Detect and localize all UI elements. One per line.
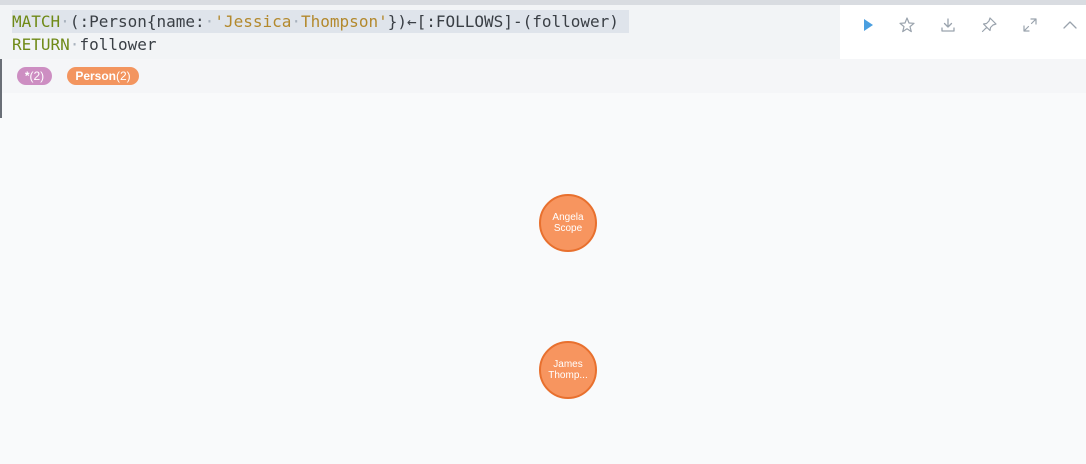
query-token: 'Jessica (214, 12, 292, 31)
node-label-line1: James (553, 359, 583, 370)
legend-all-count: (2) (29, 69, 45, 83)
download-icon (941, 18, 955, 32)
fullscreen-button[interactable] (1020, 15, 1040, 35)
query-line-1[interactable]: MATCH·(:Person{name:·'Jessica·Thompson'}… (12, 10, 629, 33)
legend-person-count: (2) (116, 69, 131, 83)
favorite-button[interactable] (897, 15, 917, 35)
query-token: follower (79, 35, 157, 54)
query-line-2[interactable]: RETURN·follower (12, 33, 157, 56)
star-icon (899, 17, 915, 33)
query-token: · (60, 12, 70, 31)
expand-icon (1023, 18, 1037, 32)
chevron-up-icon (1063, 21, 1077, 29)
node-label-line2: Thomp... (548, 370, 588, 381)
graph-result-panel[interactable]: *(2) Person(2) Angela Scope James Thomp.… (0, 59, 1086, 464)
query-token: (:Person{name: (69, 12, 205, 31)
graph-node-james-thompson[interactable]: James Thomp... (539, 341, 597, 399)
query-token (619, 12, 629, 31)
result-left-indicator (0, 59, 2, 118)
pin-icon (981, 17, 997, 33)
node-label-line1: Angela (552, 212, 584, 223)
legend-person-label: Person (75, 69, 116, 83)
query-token: Thompson' (301, 12, 388, 31)
play-icon (864, 19, 873, 31)
query-token: RETURN (12, 35, 70, 54)
frame-actions (840, 5, 1086, 59)
export-button[interactable] (938, 15, 958, 35)
legend-bar: *(2) Person(2) (0, 59, 1086, 93)
query-editor[interactable]: MATCH·(:Person{name:·'Jessica·Thompson'}… (0, 5, 840, 59)
legend-all-nodes-chip[interactable]: *(2) (17, 67, 52, 85)
query-token: MATCH (12, 12, 61, 31)
query-token: · (291, 12, 302, 31)
collapse-button[interactable] (1060, 15, 1080, 35)
node-label-line2: Scope (553, 223, 583, 234)
graph-node-angela-scope[interactable]: Angela Scope (539, 194, 597, 252)
query-token: })←[:FOLLOWS]-(follower) (387, 12, 619, 31)
run-query-button[interactable] (858, 15, 878, 35)
pin-button[interactable] (979, 15, 999, 35)
query-token: · (69, 35, 80, 54)
query-token: · (204, 12, 215, 31)
legend-person-chip[interactable]: Person(2) (67, 67, 139, 85)
